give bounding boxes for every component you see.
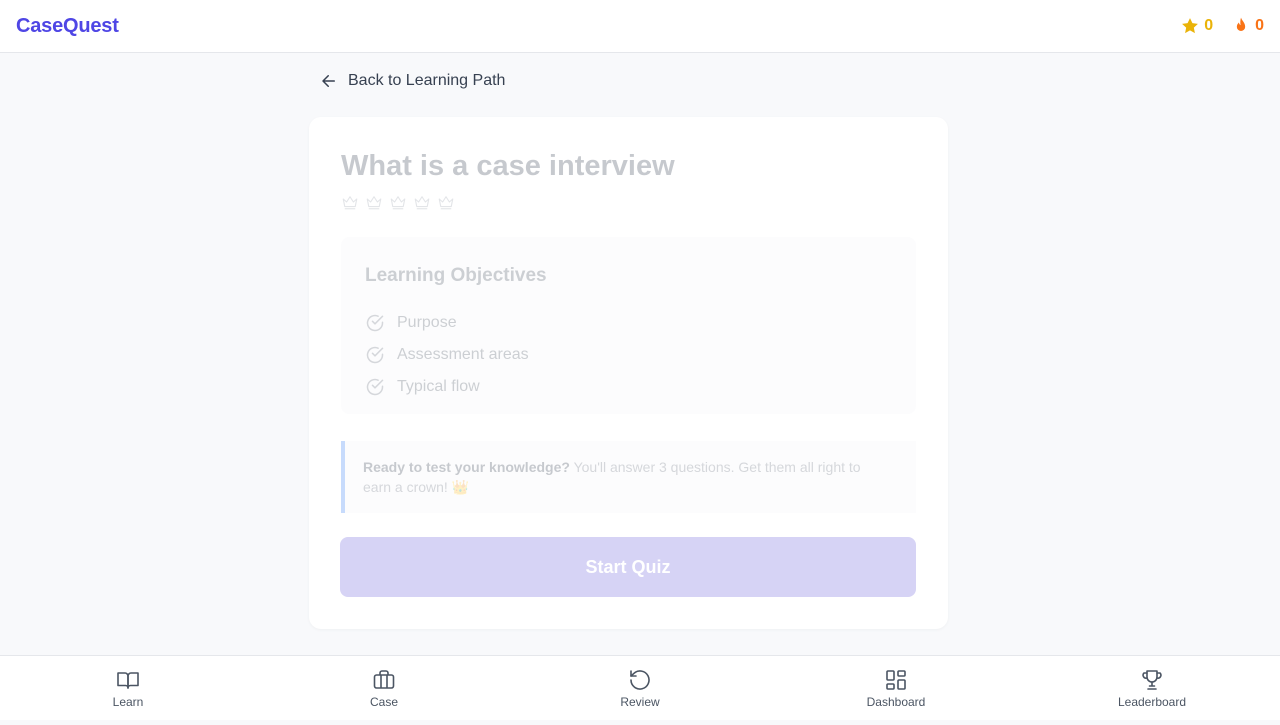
streak-stat[interactable]: 0 bbox=[1231, 16, 1264, 36]
trophy-icon bbox=[1142, 669, 1162, 690]
user-stats: 0 0 bbox=[1180, 16, 1264, 36]
callout-text-line2: earn a crown! 👑 bbox=[363, 479, 470, 495]
quiz-info-callout: Ready to test your knowledge? You'll ans… bbox=[341, 441, 916, 513]
objectives-list: Purpose Assessment areas Typical flow bbox=[365, 307, 529, 403]
stars-stat[interactable]: 0 bbox=[1180, 16, 1213, 36]
lesson-title: What is a case interview bbox=[341, 150, 675, 182]
nav-label: Leaderboard bbox=[1117, 694, 1187, 709]
check-circle-icon bbox=[366, 314, 384, 332]
bottom-nav: Learn Case Review Dashboard Leaderboard bbox=[0, 655, 1280, 720]
star-icon bbox=[1182, 18, 1199, 34]
nav-item-dashboard[interactable]: Dashboard bbox=[836, 668, 956, 709]
streak-count: 0 bbox=[1255, 17, 1264, 34]
arrow-left-icon bbox=[322, 75, 335, 87]
callout-lead: Ready to test your knowledge? bbox=[363, 459, 570, 475]
objective-item: Typical flow bbox=[365, 371, 529, 403]
check-circle-icon bbox=[366, 378, 384, 396]
back-link-label: Back to Learning Path bbox=[348, 72, 506, 89]
top-bar: CaseQuest 0 0 bbox=[0, 0, 1280, 53]
objectives-heading: Learning Objectives bbox=[365, 265, 547, 286]
crown-icon bbox=[438, 196, 454, 210]
learning-objectives-panel: Learning Objectives Purpose Assessment a… bbox=[341, 237, 916, 414]
nav-label: Case bbox=[369, 694, 398, 709]
refresh-icon bbox=[630, 669, 650, 690]
nav-label: Learn bbox=[112, 694, 144, 709]
app-logo[interactable]: CaseQuest bbox=[16, 15, 119, 38]
nav-label: Dashboard bbox=[866, 694, 926, 709]
briefcase-icon bbox=[373, 669, 395, 689]
objective-item: Purpose bbox=[365, 307, 529, 339]
check-circle-icon bbox=[366, 346, 384, 364]
nav-item-case[interactable]: Case bbox=[324, 668, 444, 709]
crown-icon bbox=[366, 196, 382, 210]
objective-label: Assessment areas bbox=[397, 346, 529, 363]
nav-label: Review bbox=[620, 694, 660, 709]
nav-item-learn[interactable]: Learn bbox=[68, 668, 188, 709]
stars-count: 0 bbox=[1204, 17, 1214, 34]
callout-text-line1: You'll answer 3 questions. Get them all … bbox=[569, 459, 861, 475]
crown-rating bbox=[341, 193, 455, 211]
back-to-learning-path-link[interactable]: Back to Learning Path bbox=[320, 70, 505, 92]
book-icon bbox=[117, 671, 139, 689]
crown-icon bbox=[390, 196, 406, 210]
objective-item: Assessment areas bbox=[365, 339, 529, 371]
objective-label: Typical flow bbox=[397, 378, 480, 395]
grid-icon bbox=[886, 669, 906, 690]
crown-icon bbox=[414, 196, 430, 210]
flame-icon bbox=[1236, 17, 1246, 31]
crown-icon bbox=[342, 196, 358, 210]
objective-label: Purpose bbox=[397, 314, 457, 331]
nav-item-review[interactable]: Review bbox=[580, 668, 700, 709]
start-quiz-button[interactable]: Start Quiz bbox=[340, 537, 916, 597]
nav-item-leaderboard[interactable]: Leaderboard bbox=[1092, 668, 1212, 709]
